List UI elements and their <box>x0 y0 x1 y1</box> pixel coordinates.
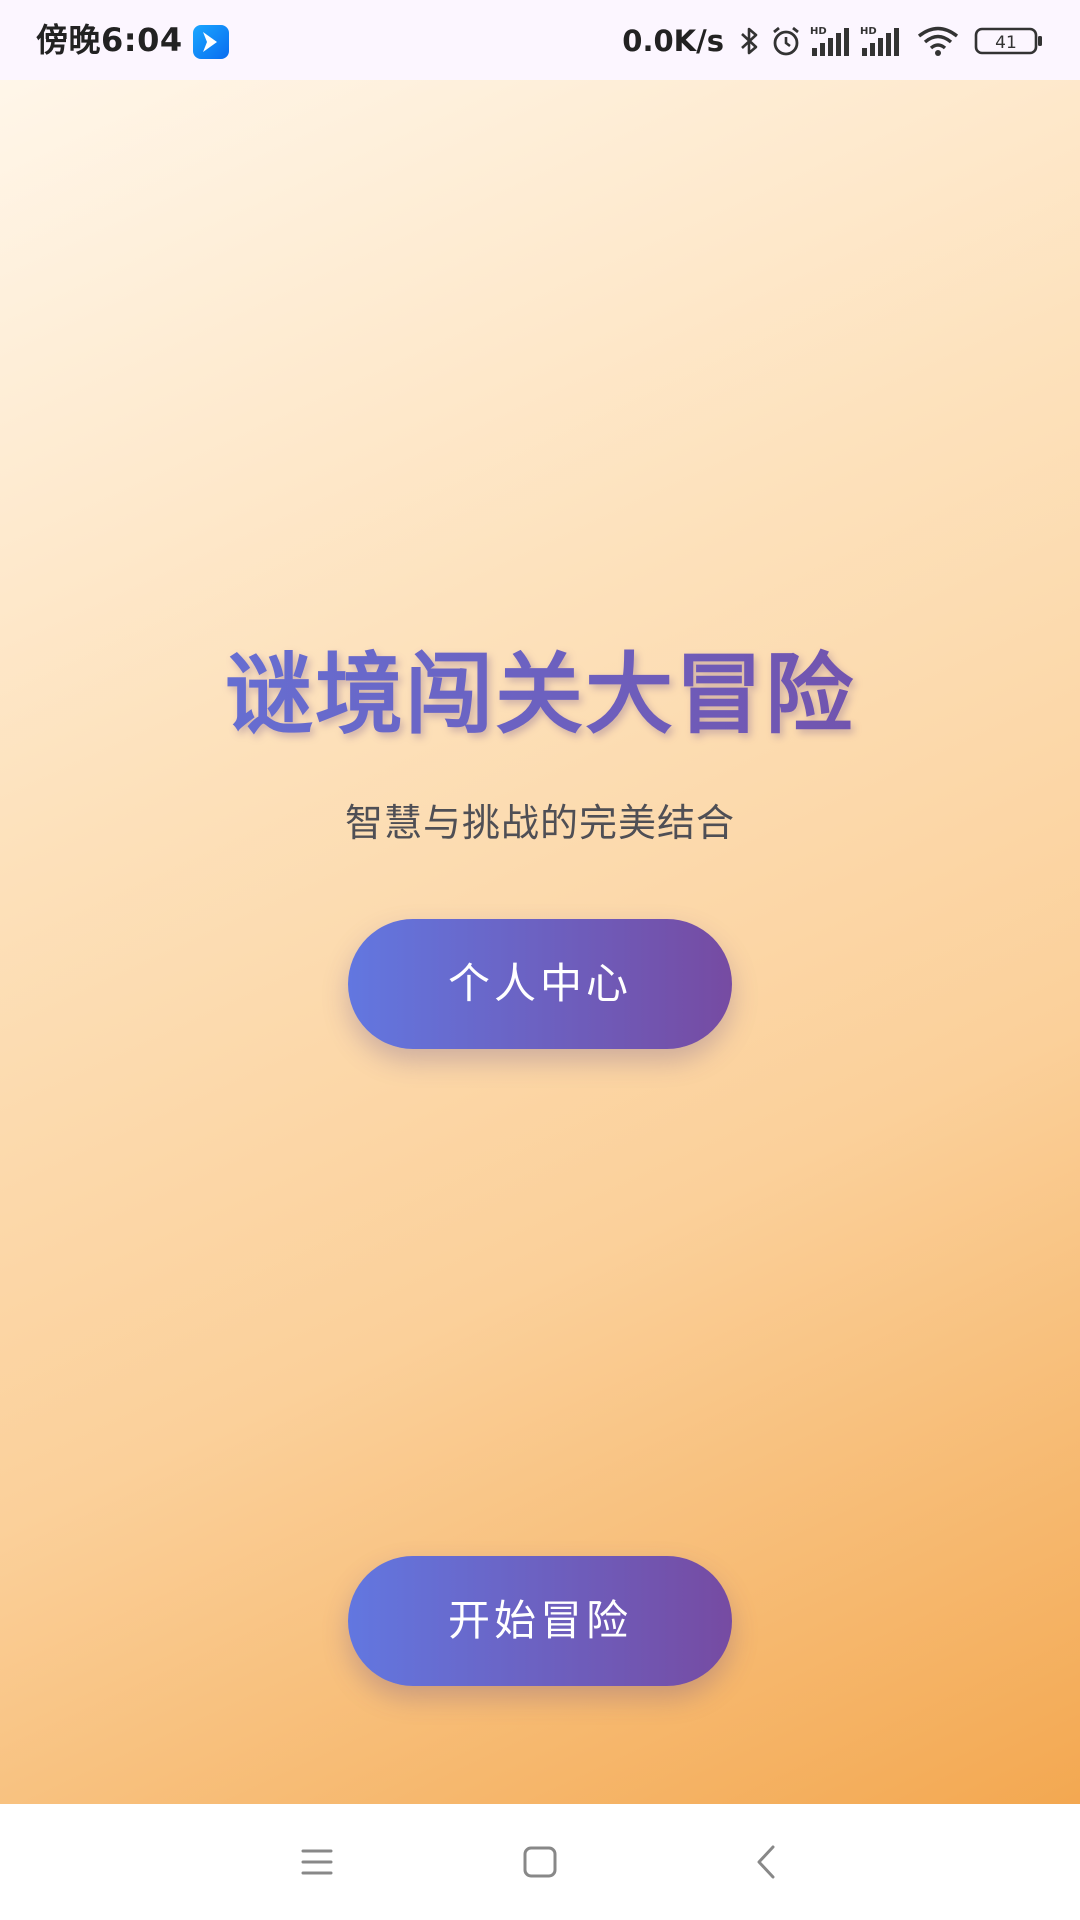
battery-level: 41 <box>995 33 1017 53</box>
status-time: 傍晚6:04 <box>36 21 183 59</box>
svg-text:HD: HD <box>860 26 877 37</box>
net-speed: 0.0K/s <box>622 24 724 58</box>
main-content: 谜境闯关大冒险 智慧与挑战的完美结合 个人中心 开始冒险 <box>0 80 1080 1804</box>
menu-icon[interactable] <box>287 1832 347 1892</box>
game-subtitle: 智慧与挑战的完美结合 <box>344 801 735 845</box>
home-icon[interactable] <box>510 1832 570 1892</box>
app-screen: 傍晚6:04 0.0K/s HD HD 41 谜境闯关大冒险 智慧与挑战的完美结… <box>0 0 1080 1920</box>
battery-icon: 41 <box>974 24 1044 58</box>
hd-signal-icon: HD <box>810 24 854 58</box>
system-nav-bar <box>0 1804 1080 1920</box>
alarm-icon <box>768 24 804 58</box>
status-icons: 0.0K/s HD HD 41 <box>622 18 1044 64</box>
game-title: 谜境闯关大冒险 <box>0 640 1080 750</box>
start-adventure-button[interactable]: 开始冒险 <box>348 1556 732 1686</box>
app-notification-icon <box>193 25 229 59</box>
back-icon[interactable] <box>737 1832 797 1892</box>
bluetooth-icon <box>738 24 762 58</box>
profile-button[interactable]: 个人中心 <box>348 919 732 1049</box>
status-bar: 傍晚6:04 0.0K/s HD HD 41 <box>0 0 1080 80</box>
wifi-icon <box>916 24 960 58</box>
svg-text:HD: HD <box>810 26 827 37</box>
hd-signal-icon: HD <box>860 24 904 58</box>
